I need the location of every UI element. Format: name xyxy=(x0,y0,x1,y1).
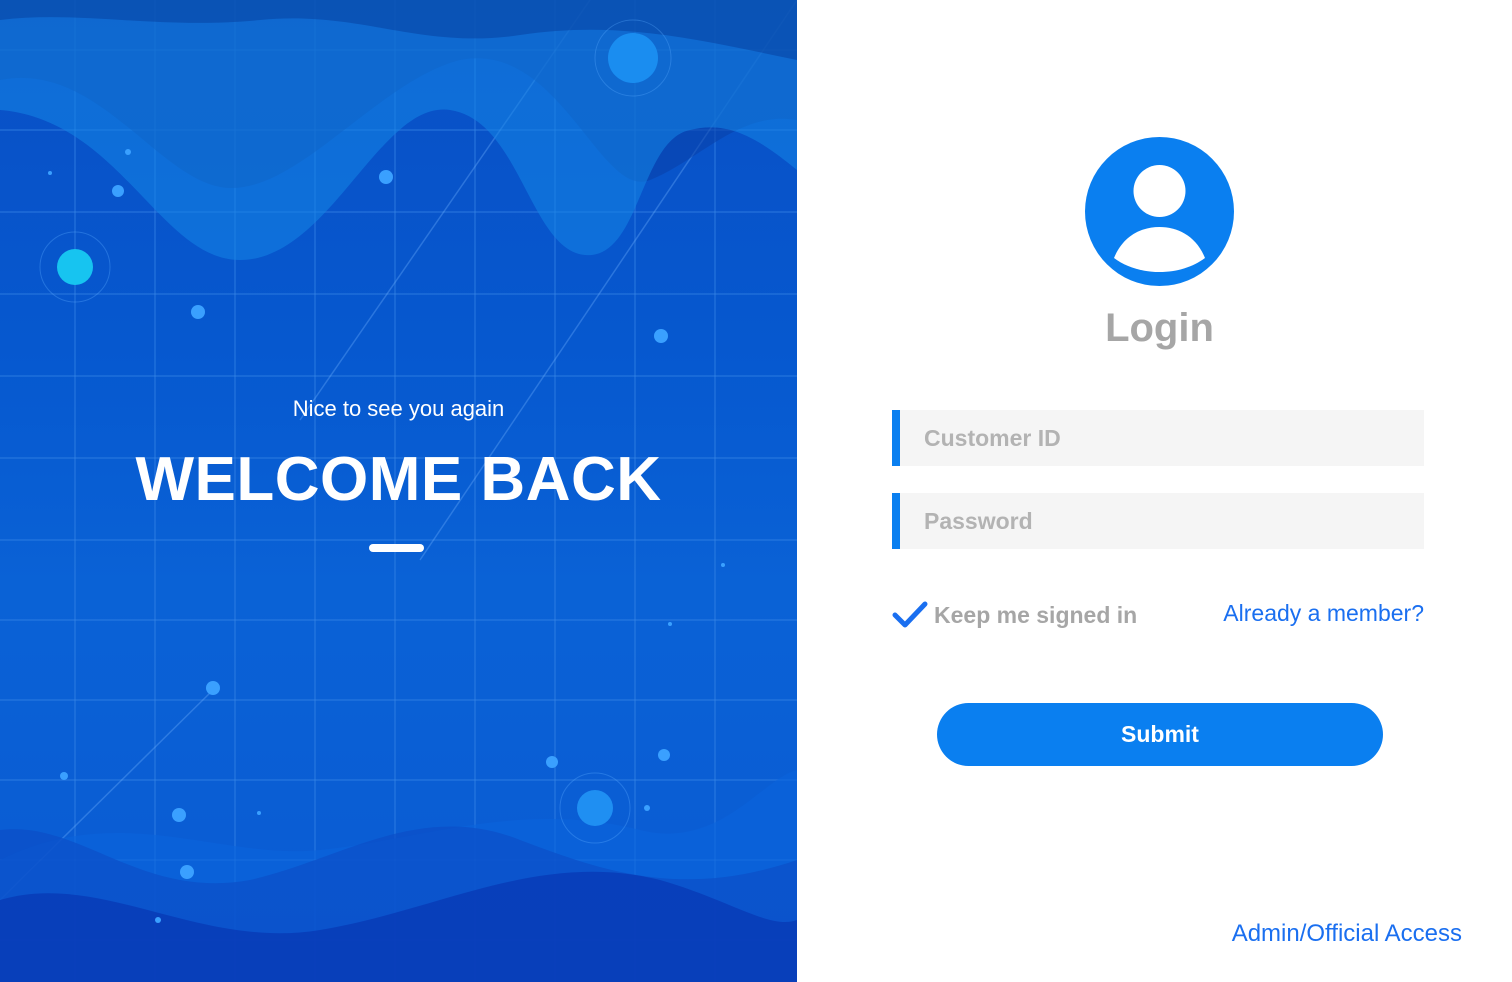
keep-signed-in-label: Keep me signed in xyxy=(934,601,1138,628)
user-avatar-icon xyxy=(1085,137,1234,286)
login-panel: Login Keep me signed in Already a member… xyxy=(797,0,1512,982)
welcome-tagline: Nice to see you again xyxy=(292,396,505,421)
password-field xyxy=(892,493,1424,549)
headline-underline-divider xyxy=(369,544,424,552)
admin-official-access-link[interactable]: Admin/Official Access xyxy=(1232,920,1462,948)
keep-signed-in-checkbox[interactable]: Keep me signed in xyxy=(892,598,1137,632)
welcome-hero-panel: Nice to see you again WELCOME BACK xyxy=(0,0,797,982)
customer-id-input[interactable] xyxy=(900,410,1424,466)
submit-button[interactable]: Submit xyxy=(937,703,1383,766)
welcome-headline: WELCOME BACK xyxy=(135,445,662,514)
customer-id-field xyxy=(892,410,1424,466)
already-member-link[interactable]: Already a member? xyxy=(1223,600,1424,627)
password-input[interactable] xyxy=(900,493,1424,549)
login-title: Login xyxy=(1105,306,1214,350)
checkmark-icon[interactable] xyxy=(892,600,928,630)
